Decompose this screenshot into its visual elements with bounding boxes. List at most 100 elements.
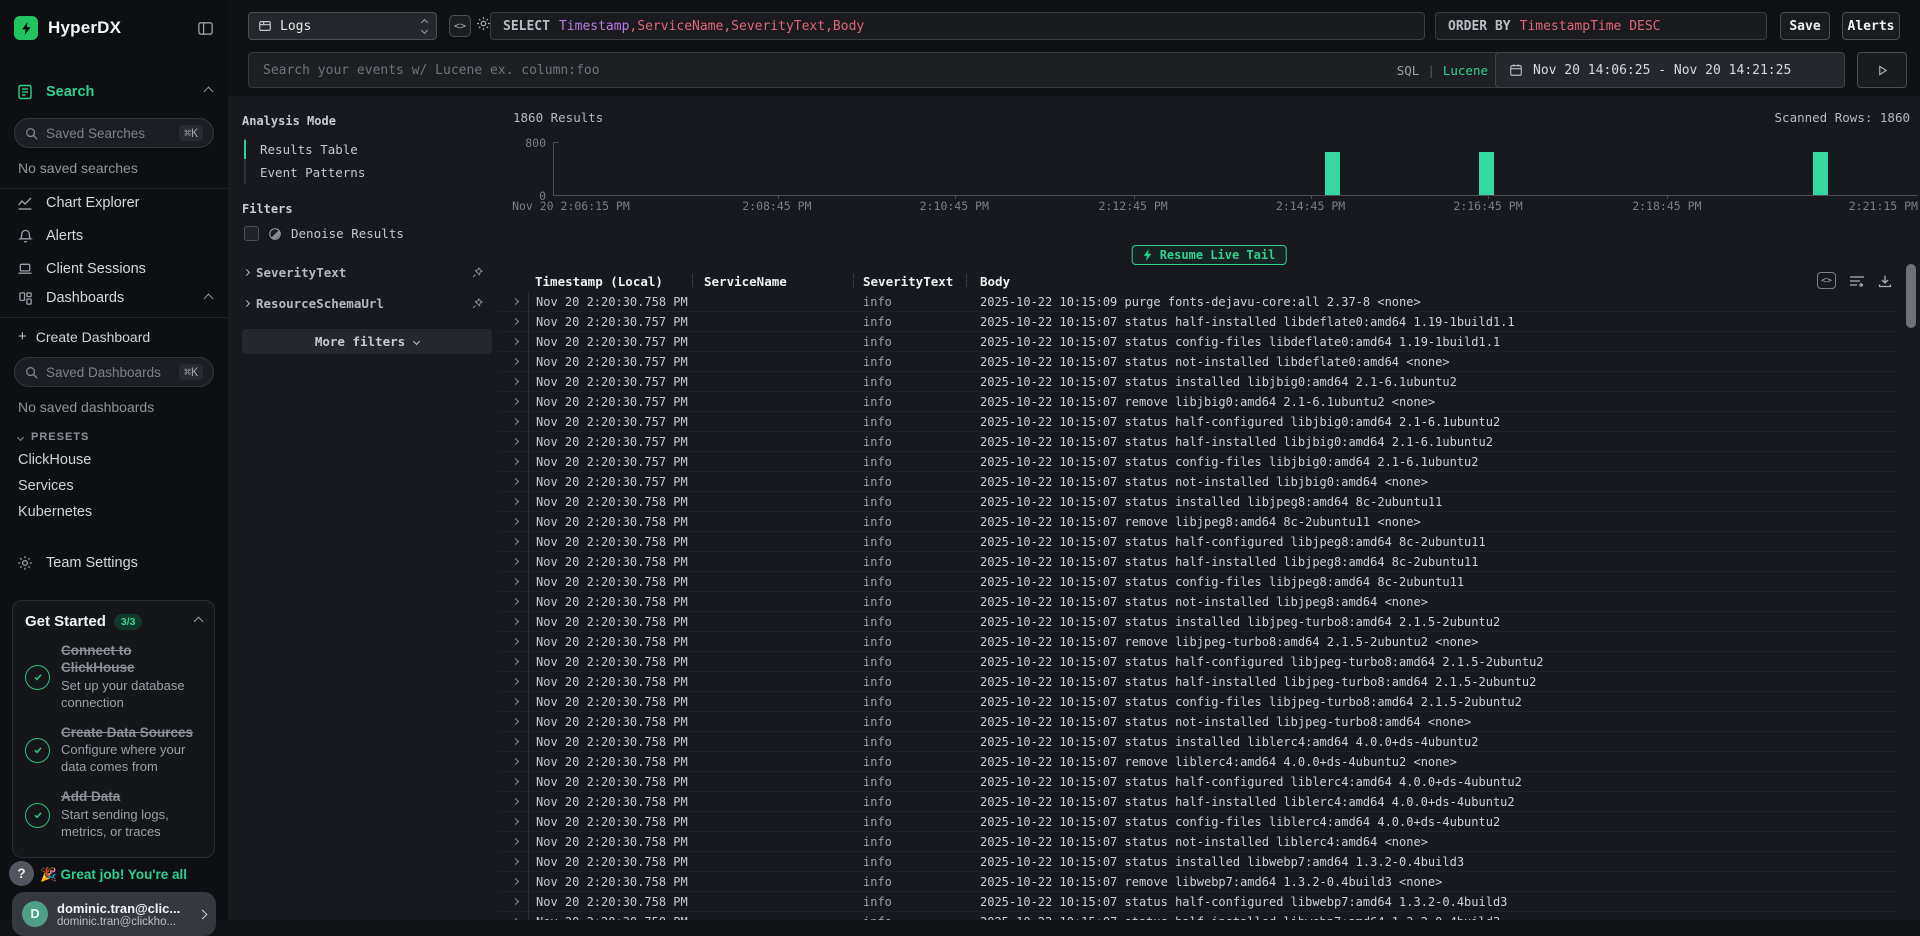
log-row[interactable]: Nov 20 2:20:30.758 PM info 2025-10-22 10… <box>498 592 1896 612</box>
pin-icon[interactable] <box>471 297 484 310</box>
expand-row-chevron-icon[interactable] <box>498 619 528 624</box>
expand-row-chevron-icon[interactable] <box>498 559 528 564</box>
expand-row-chevron-icon[interactable] <box>498 359 528 364</box>
date-range-picker[interactable]: Nov 20 14:06:25 - Nov 20 14:21:25 <box>1495 52 1845 88</box>
save-button[interactable]: Save <box>1780 12 1830 40</box>
log-row[interactable]: Nov 20 2:20:30.758 PM info 2025-10-22 10… <box>498 852 1896 872</box>
order-by-input[interactable]: ORDER BY TimestampTime DESC <box>1435 12 1767 40</box>
results-histogram[interactable] <box>553 142 1918 196</box>
log-row[interactable]: Nov 20 2:20:30.758 PM info 2025-10-22 10… <box>498 612 1896 632</box>
expand-row-chevron-icon[interactable] <box>498 779 528 784</box>
language-lucene-option[interactable]: Lucene <box>1443 63 1488 78</box>
expand-row-chevron-icon[interactable] <box>498 459 528 464</box>
wrap-lines-icon[interactable] <box>1849 274 1865 288</box>
expand-row-chevron-icon[interactable] <box>498 819 528 824</box>
log-row[interactable]: Nov 20 2:20:30.757 PM info 2025-10-22 10… <box>498 432 1896 452</box>
log-row[interactable]: Nov 20 2:20:30.758 PM info 2025-10-22 10… <box>498 832 1896 852</box>
denoise-label[interactable]: Denoise Results <box>291 226 404 241</box>
more-filters-button[interactable]: More filters <box>242 329 492 354</box>
expand-row-chevron-icon[interactable] <box>498 719 528 724</box>
select-clause-input[interactable]: SELECT Timestamp ,ServiceName,SeverityTe… <box>490 12 1425 40</box>
log-row[interactable]: Nov 20 2:20:30.758 PM info 2025-10-22 10… <box>498 792 1896 812</box>
expand-row-chevron-icon[interactable] <box>498 339 528 344</box>
expand-row-chevron-icon[interactable] <box>498 739 528 744</box>
alerts-button[interactable]: Alerts <box>1842 12 1900 40</box>
help-button[interactable]: ? <box>9 861 34 886</box>
expand-row-chevron-icon[interactable] <box>498 579 528 584</box>
expand-row-chevron-icon[interactable] <box>498 699 528 704</box>
column-resize-handle[interactable] <box>966 274 967 287</box>
chevron-up-icon[interactable] <box>204 293 214 303</box>
get-started-item[interactable]: Connect to ClickHouse Set up your databa… <box>25 643 202 712</box>
log-row[interactable]: Nov 20 2:20:30.758 PM info 2025-10-22 10… <box>498 872 1896 892</box>
lucene-search-input[interactable]: Search your events w/ Lucene ex. column:… <box>248 52 1503 88</box>
log-row[interactable]: Nov 20 2:20:30.758 PM info 2025-10-22 10… <box>498 532 1896 552</box>
log-row[interactable]: Nov 20 2:20:30.758 PM info 2025-10-22 10… <box>498 732 1896 752</box>
log-row[interactable]: Nov 20 2:20:30.758 PM info 2025-10-22 10… <box>498 652 1896 672</box>
log-row[interactable]: Nov 20 2:20:30.757 PM info 2025-10-22 10… <box>498 312 1896 332</box>
mode-results-table[interactable]: Results Table <box>246 138 486 161</box>
log-row[interactable]: Nov 20 2:20:30.758 PM info 2025-10-22 10… <box>498 752 1896 772</box>
log-row[interactable]: Nov 20 2:20:30.758 PM info 2025-10-22 10… <box>498 552 1896 572</box>
expand-row-chevron-icon[interactable] <box>498 599 528 604</box>
collapse-sidebar-icon[interactable] <box>197 20 214 37</box>
get-started-item[interactable]: Create Data Sources Configure where your… <box>25 725 202 777</box>
expand-row-chevron-icon[interactable] <box>498 299 528 304</box>
log-row[interactable]: Nov 20 2:20:30.758 PM info 2025-10-22 10… <box>498 632 1896 652</box>
log-row[interactable]: Nov 20 2:20:30.758 PM info 2025-10-22 10… <box>498 712 1896 732</box>
expand-row-chevron-icon[interactable] <box>498 479 528 484</box>
scrollbar-thumb[interactable] <box>1906 264 1916 328</box>
column-resize-handle[interactable] <box>692 274 693 287</box>
column-header-servicename[interactable]: ServiceName <box>704 274 863 289</box>
filter-group-severitytext[interactable]: SeverityText <box>242 257 486 288</box>
expand-row-chevron-icon[interactable] <box>498 679 528 684</box>
expand-row-chevron-icon[interactable] <box>498 859 528 864</box>
language-sql-option[interactable]: SQL <box>1397 63 1420 78</box>
log-row[interactable]: Nov 20 2:20:30.757 PM info 2025-10-22 10… <box>498 332 1896 352</box>
resume-live-tail-button[interactable]: Resume Live Tail <box>1132 245 1287 265</box>
sidebar-item-search[interactable]: Search <box>0 75 228 108</box>
expand-row-chevron-icon[interactable] <box>498 379 528 384</box>
preset-dashboard-item[interactable]: ClickHouse <box>0 447 228 473</box>
log-row[interactable]: Nov 20 2:20:30.757 PM info 2025-10-22 10… <box>498 452 1896 472</box>
denoise-checkbox[interactable] <box>244 226 259 241</box>
expand-row-chevron-icon[interactable] <box>498 419 528 424</box>
log-row[interactable]: Nov 20 2:20:30.758 PM info 2025-10-22 10… <box>498 512 1896 532</box>
sidebar-item-dashboards[interactable]: Dashboards <box>0 285 228 318</box>
preset-dashboard-item[interactable]: Services <box>0 473 228 499</box>
download-icon[interactable] <box>1878 274 1892 288</box>
log-row[interactable]: Nov 20 2:20:30.757 PM info 2025-10-22 10… <box>498 392 1896 412</box>
chevron-up-icon[interactable] <box>204 87 214 97</box>
log-row[interactable]: Nov 20 2:20:30.758 PM info 2025-10-22 10… <box>498 672 1896 692</box>
expand-row-chevron-icon[interactable] <box>498 439 528 444</box>
log-row[interactable]: Nov 20 2:20:30.758 PM info 2025-10-22 10… <box>498 812 1896 832</box>
pin-icon[interactable] <box>471 266 484 279</box>
log-row[interactable]: Nov 20 2:20:30.757 PM info 2025-10-22 10… <box>498 472 1896 492</box>
column-header-body[interactable]: Body <box>980 274 1896 289</box>
expand-row-chevron-icon[interactable] <box>498 659 528 664</box>
log-row[interactable]: Nov 20 2:20:30.758 PM info 2025-10-22 10… <box>498 912 1896 920</box>
preset-dashboard-item[interactable]: Kubernetes <box>0 499 228 525</box>
saved-dashboards-input[interactable]: Saved Dashboards ⌘K <box>14 357 214 387</box>
source-select[interactable]: Logs <box>248 12 437 40</box>
expand-row-chevron-icon[interactable] <box>498 399 528 404</box>
log-row[interactable]: Nov 20 2:20:30.757 PM info 2025-10-22 10… <box>498 372 1896 392</box>
log-row[interactable]: Nov 20 2:20:30.757 PM info 2025-10-22 10… <box>498 352 1896 372</box>
view-source-icon[interactable]: <> <box>1817 272 1836 289</box>
mode-event-patterns[interactable]: Event Patterns <box>246 161 486 184</box>
expand-row-chevron-icon[interactable] <box>498 519 528 524</box>
expand-row-chevron-icon[interactable] <box>498 319 528 324</box>
log-row[interactable]: Nov 20 2:20:30.758 PM info 2025-10-22 10… <box>498 572 1896 592</box>
create-dashboard-button[interactable]: + Create Dashboard <box>0 318 228 347</box>
log-row[interactable]: Nov 20 2:20:30.758 PM info 2025-10-22 10… <box>498 772 1896 792</box>
expand-row-chevron-icon[interactable] <box>498 879 528 884</box>
expand-row-chevron-icon[interactable] <box>498 539 528 544</box>
sidebar-item-client-sessions[interactable]: Client Sessions <box>0 252 228 285</box>
source-settings-gear-icon[interactable] <box>476 16 491 31</box>
code-toggle-icon[interactable]: <> <box>449 15 471 37</box>
expand-row-chevron-icon[interactable] <box>498 799 528 804</box>
saved-searches-input[interactable]: Saved Searches ⌘K <box>14 118 214 148</box>
get-started-item[interactable]: Add Data Start sending logs, metrics, or… <box>25 789 202 841</box>
expand-row-chevron-icon[interactable] <box>498 839 528 844</box>
column-header-timestamp[interactable]: Timestamp (Local) <box>528 274 704 289</box>
